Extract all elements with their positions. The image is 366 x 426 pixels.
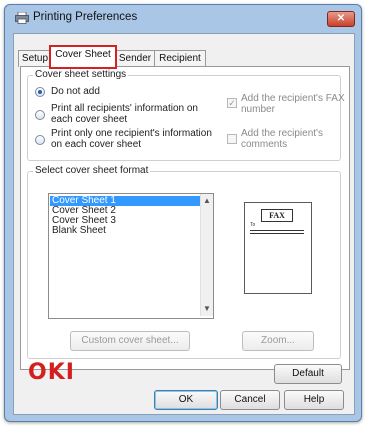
zoom-button[interactable]: Zoom... <box>242 331 314 351</box>
close-icon: ✕ <box>336 13 346 24</box>
radio-print-one-recipient[interactable] <box>35 135 45 145</box>
cover-sheet-preview: FAX To <box>244 202 312 294</box>
list-scrollbar[interactable]: ▲ ▼ <box>200 194 213 316</box>
preview-fax-header: FAX <box>261 209 293 222</box>
preview-divider-1 <box>250 230 304 231</box>
radio-print-all-recipients-label: Print all recipients' information on eac… <box>51 103 198 125</box>
checkbox-add-fax-number[interactable]: ✓ <box>227 98 237 108</box>
tab-sender[interactable]: Sender <box>114 50 156 67</box>
radio-do-not-add[interactable] <box>35 87 45 97</box>
scroll-down-icon[interactable]: ▼ <box>203 305 211 313</box>
cover-sheet-settings-label: Cover sheet settings <box>33 69 129 80</box>
checkbox-add-comments[interactable] <box>227 134 237 144</box>
tab-recipient[interactable]: Recipient <box>154 50 206 67</box>
close-button[interactable]: ✕ <box>327 11 355 27</box>
scroll-up-icon[interactable]: ▲ <box>203 197 211 205</box>
custom-cover-sheet-button[interactable]: Custom cover sheet... <box>70 331 190 351</box>
tab-cover-sheet[interactable]: Cover Sheet <box>49 45 117 69</box>
printer-icon <box>15 12 29 24</box>
radio-print-all-recipients[interactable] <box>35 110 45 120</box>
default-button[interactable]: Default <box>274 364 342 384</box>
radio-do-not-add-label: Do not add <box>51 86 100 97</box>
cover-sheet-list[interactable]: Cover Sheet 1 Cover Sheet 2 Cover Sheet … <box>48 193 214 319</box>
cancel-button[interactable]: Cancel <box>220 390 280 410</box>
dialog-client-area: Setup Cover Sheet Sender Recipient Cover… <box>13 33 355 415</box>
window-title: Printing Preferences <box>33 11 138 23</box>
list-item-blank-sheet[interactable]: Blank Sheet <box>50 226 206 236</box>
checkbox-add-comments-label: Add the recipient's comments <box>241 128 323 150</box>
preview-to-label: To <box>250 222 256 228</box>
help-button[interactable]: Help <box>284 390 344 410</box>
tab-setup[interactable]: Setup <box>18 50 52 67</box>
preview-divider-2 <box>250 233 304 234</box>
oki-logo: OKI <box>28 360 75 385</box>
title-bar[interactable]: Printing Preferences ✕ <box>5 5 361 31</box>
checkbox-add-fax-number-label: Add the recipient's FAX number <box>241 93 345 115</box>
radio-print-one-recipient-label: Print only one recipient's information o… <box>51 128 212 150</box>
printing-preferences-window: Printing Preferences ✕ Setup Cover Sheet… <box>4 4 362 422</box>
select-format-label: Select cover sheet format <box>33 165 151 176</box>
ok-button[interactable]: OK <box>154 390 218 410</box>
